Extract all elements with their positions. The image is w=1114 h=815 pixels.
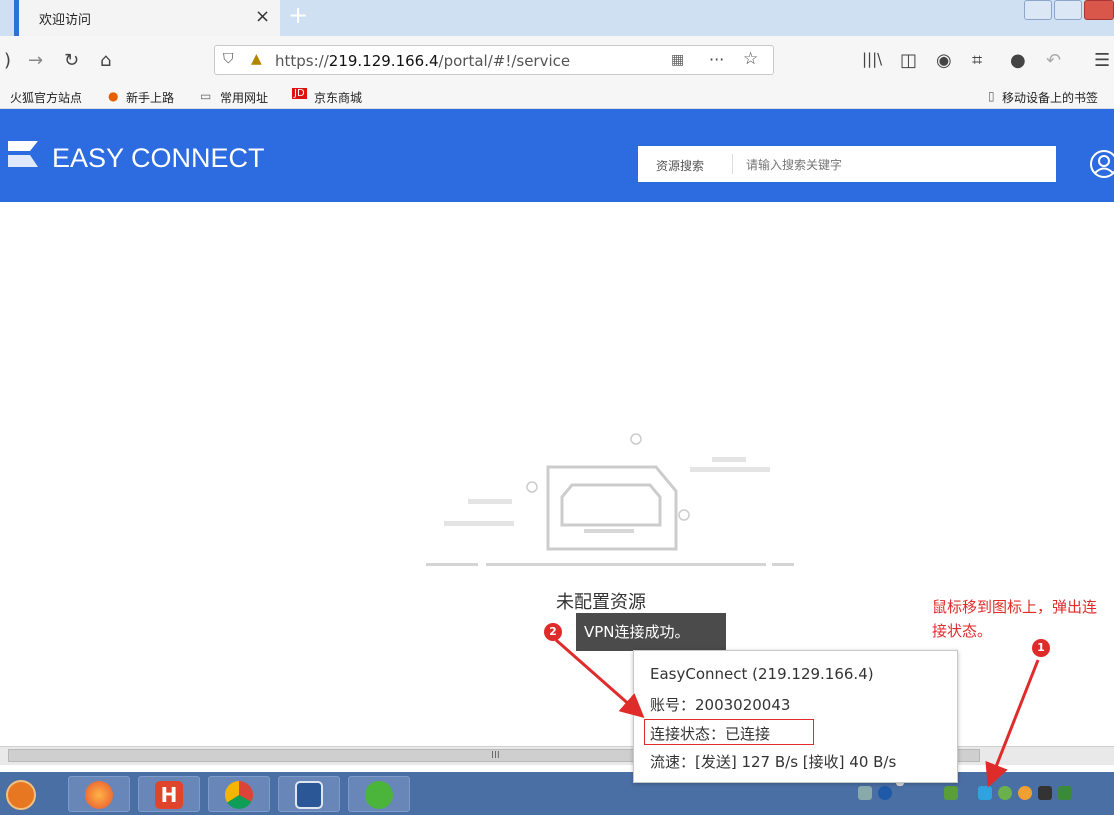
taskbar-hbuilder[interactable]: H xyxy=(138,776,200,812)
tab-active[interactable]: 欢迎访问 × xyxy=(14,0,280,36)
screenshot-icon[interactable]: ⌗ xyxy=(972,50,982,71)
wechat-icon xyxy=(365,781,393,809)
home-icon[interactable]: ⌂ xyxy=(100,50,111,71)
minimize-button[interactable] xyxy=(1024,0,1052,20)
connection-status-popup: EasyConnect (219.129.166.4) 账号：200302004… xyxy=(633,650,958,783)
user-icon[interactable] xyxy=(1090,150,1114,178)
shield-icon[interactable]: ⛉ xyxy=(223,51,234,67)
bookmark-item[interactable]: 常用网址 xyxy=(220,89,268,106)
firefox-icon: ● xyxy=(108,89,119,103)
chrome-icon xyxy=(225,781,253,809)
start-icon[interactable] xyxy=(6,780,36,810)
undo-icon[interactable]: ↶ xyxy=(1046,50,1061,71)
new-tab-button[interactable]: + xyxy=(285,2,311,30)
tab-title: 欢迎访问 xyxy=(39,13,92,28)
reload-icon[interactable]: ↻ xyxy=(64,50,79,71)
tab-strip: 欢迎访问 × + xyxy=(0,0,1114,36)
annotation-text: 鼠标移到图标上，弹出连接状态。 xyxy=(932,598,1098,640)
jd-icon: JD xyxy=(292,88,307,99)
bookmark-item[interactable]: 新手上路 xyxy=(126,89,174,106)
resource-search: 资源搜索 xyxy=(638,146,1056,182)
url-text[interactable]: https://219.129.166.4/portal/#!/service xyxy=(275,52,570,70)
library-icon[interactable]: |||\ xyxy=(862,50,882,68)
empty-state-text: 未配置资源 xyxy=(556,592,646,613)
arrow-2 xyxy=(555,638,645,718)
lock-warning-icon[interactable]: ▲ xyxy=(251,51,262,67)
wechat-tray-icon[interactable] xyxy=(998,786,1012,800)
back-icon[interactable]: ) xyxy=(4,50,11,71)
app-header: EASY CONNECT 资源搜索 xyxy=(0,109,1114,202)
url-bar[interactable]: ⛉ ▲ https://219.129.166.4/portal/#!/serv… xyxy=(214,45,774,75)
taskbar-firefox[interactable] xyxy=(68,776,130,812)
keyboard-icon[interactable] xyxy=(858,786,872,800)
firefox-icon xyxy=(85,781,113,809)
search-divider xyxy=(732,154,733,174)
hbuilder-icon: H xyxy=(155,781,183,809)
step-badge-1: 1 xyxy=(1032,639,1050,657)
taskbar-wechat[interactable] xyxy=(348,776,410,812)
sidebar-icon[interactable]: ◫ xyxy=(900,50,917,71)
network-tray-icon[interactable] xyxy=(1058,786,1072,800)
taskbar-word[interactable] xyxy=(278,776,340,812)
word-icon xyxy=(295,781,323,809)
menu-icon[interactable]: ☰ xyxy=(1094,50,1110,71)
step-badge-2: 2 xyxy=(544,623,562,641)
page-actions-button[interactable]: ··· xyxy=(709,50,724,69)
bookmarks-bar: 火狐官方站点 ● 新手上路 ▭ 常用网址 JD 京东商城 ▯ 移动设备上的书签 xyxy=(0,86,1114,109)
bookmark-item[interactable]: 火狐官方站点 xyxy=(10,89,82,106)
scrollbar-grip: III xyxy=(491,750,500,761)
search-label[interactable]: 资源搜索 xyxy=(656,157,704,174)
account-sync-icon[interactable]: ◉ xyxy=(936,50,952,71)
battery-icon[interactable] xyxy=(944,786,958,800)
bookmark-star-icon[interactable]: ☆ xyxy=(743,49,758,69)
logo-icon xyxy=(8,141,38,167)
qr-code-icon[interactable]: ▦ xyxy=(671,52,684,68)
vpn-success-toast: VPN连接成功。 xyxy=(576,613,726,651)
taskbar-chrome[interactable] xyxy=(208,776,270,812)
forward-icon[interactable]: → xyxy=(28,50,43,71)
qq-tray-icon[interactable] xyxy=(1018,786,1032,800)
popup-status: 连接状态：已连接 xyxy=(650,725,771,743)
mobile-bookmarks[interactable]: 移动设备上的书签 xyxy=(1002,89,1098,106)
help-icon[interactable] xyxy=(878,786,892,800)
search-input[interactable] xyxy=(744,152,1048,178)
close-window-button[interactable] xyxy=(1084,0,1114,20)
mobile-icon: ▯ xyxy=(988,89,995,103)
popup-speed: 流速：[发送] 127 B/s [接收] 40 B/s xyxy=(650,753,897,771)
empty-illustration xyxy=(426,433,794,566)
easyconnect-tray-icon[interactable] xyxy=(978,786,992,800)
maximize-button[interactable] xyxy=(1054,0,1082,20)
app-logo: EASY CONNECT xyxy=(52,143,265,173)
bookmark-item[interactable]: 京东商城 xyxy=(314,89,362,106)
popup-account: 账号：2003020043 xyxy=(650,696,791,714)
tab-close-icon[interactable]: × xyxy=(255,6,270,27)
nav-bar: ) → ↻ ⌂ ⛉ ▲ https://219.129.166.4/portal… xyxy=(0,36,1114,86)
popup-title: EasyConnect (219.129.166.4) xyxy=(650,665,874,683)
app-tray-icon[interactable] xyxy=(1038,786,1052,800)
chat-icon[interactable]: ● xyxy=(1010,50,1026,71)
folder-icon: ▭ xyxy=(200,89,212,103)
